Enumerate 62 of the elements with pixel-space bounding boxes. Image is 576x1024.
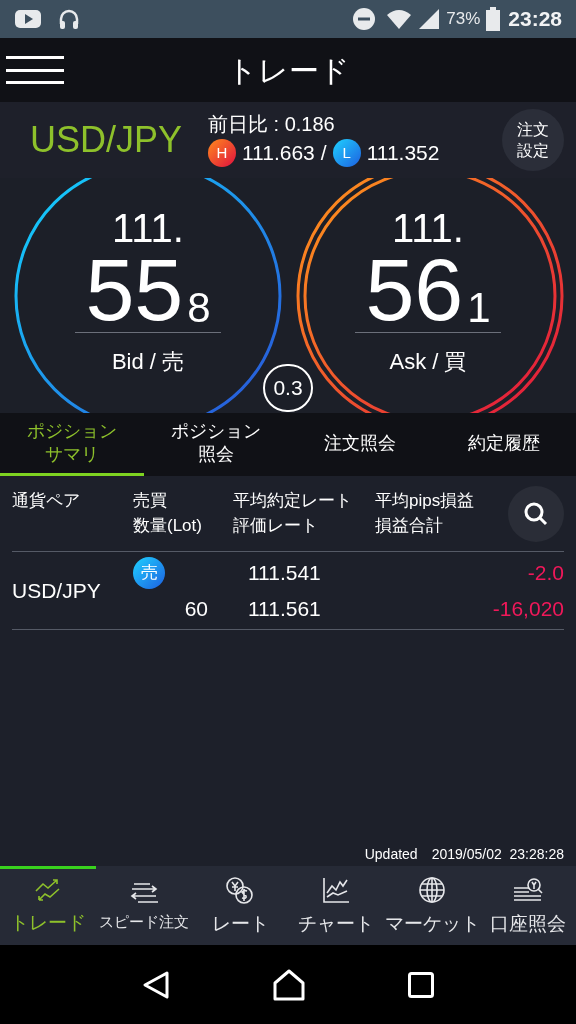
order-settings-button[interactable]: 注文設定 [502,109,564,171]
spread-badge: 0.3 [263,364,313,412]
battery-icon [486,7,501,31]
tab[interactable]: ポジション照会 [144,413,288,476]
rate-pips[interactable]: 55 [85,250,184,330]
table-cell-text: USD/JPY [12,577,102,604]
currency-coins-icon [225,875,255,904]
line-chart-icon [321,875,351,904]
rate-prefix: 111. [112,206,184,250]
updated-time: 2019/05/02 23:28:28 [431,844,564,864]
signal-icon [418,8,441,30]
headphones-icon [58,8,80,30]
do-not-disturb-icon [352,7,377,31]
battery-percent: 73% [446,8,481,31]
column-header: 平均約定レート [233,490,353,512]
quote-label: Bid / 売 [111,348,185,376]
column-header: 平均pips損益 [375,490,476,512]
recents-icon[interactable] [408,971,435,998]
sell-badge: 売 [133,556,165,589]
back-icon[interactable] [141,969,170,1000]
table-cell-text: 60 [184,595,208,622]
table-cell-text: 111.561 [248,595,321,622]
play-icon [14,8,42,30]
rate-fraction[interactable]: 1 [467,286,491,330]
high-badge: H [208,139,236,167]
nav-tab[interactable]: 口座照会 [480,866,576,945]
nav-tab[interactable]: マーケット [384,866,480,945]
high-rate: 111.663 [242,140,315,167]
rate-price[interactable]: 55 8 [75,250,221,333]
rate-pips[interactable]: 56 [365,250,464,330]
nav-tab[interactable]: チャート [288,866,384,945]
rate-fraction[interactable]: 8 [187,286,211,330]
home-icon[interactable] [273,968,305,1001]
table-cell-text: -2.0 [527,560,564,586]
column-header: 評価レート [233,515,319,537]
currency-pair: USD/JPY [30,118,184,162]
column-header: 損益合計 [375,515,444,537]
search-icon [523,500,549,527]
page-title: トレード [226,52,350,89]
table-cell-text: 111.541 [248,560,321,586]
low-badge: L [332,139,361,167]
wifi-icon [386,8,413,30]
nav-tab[interactable]: レート [192,866,288,945]
daily-change: 前日比 : 0.186 [208,112,336,138]
quote-label: Ask / 買 [389,348,467,376]
clock: 23:28 [508,6,562,33]
column-header: 数量(Lot) [133,515,203,537]
globe-icon [418,875,446,904]
rate-separator: / [320,140,327,167]
column-header: 通貨ペア [12,490,81,512]
table-cell-text: -16,020 [492,595,564,622]
speed-lines-icon [128,880,160,905]
document-search-icon [511,875,545,904]
column-header: 売買 [133,490,168,512]
rate-prefix: 111. [392,206,464,250]
tab[interactable]: ポジションサマリ [0,413,144,476]
rate-price[interactable]: 56 1 [355,250,501,333]
tab[interactable]: 注文照会 [288,413,432,476]
low-rate: 111.352 [366,140,440,167]
nav-tab[interactable]: スピード注文 [96,866,192,945]
updated-label: Updated [364,844,418,864]
tab[interactable]: 約定履歴 [432,413,576,476]
